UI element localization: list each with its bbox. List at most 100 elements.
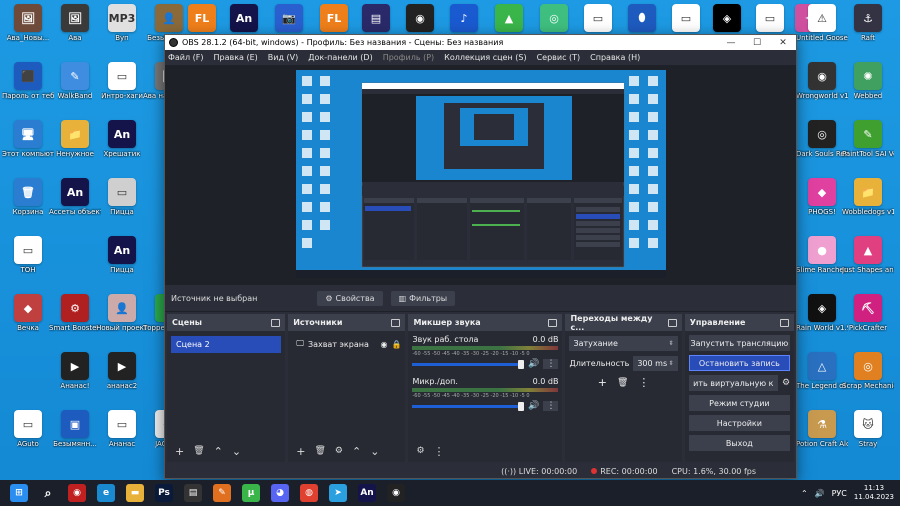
desktop-icon[interactable]: 🖼 Ава_Новы... [4,4,52,42]
menu-item[interactable]: Файл (F) [168,53,204,62]
desktop-icon[interactable]: 🐱 Stray [844,410,892,448]
source-properties-icon[interactable]: ⚙ [335,446,343,456]
desktop-icon[interactable]: △ The Legend of Zelda -... [796,352,848,390]
desktop-icon[interactable]: ⚓ Raft [844,4,892,42]
desktop-icon[interactable]: ▭ [574,4,622,32]
desktop-icon[interactable]: ◉ [396,4,444,32]
desktop-icon[interactable]: An [220,4,268,32]
desktop-icon[interactable]: ▭ ТОН [4,236,52,274]
more-options-icon[interactable]: ⋮ [543,401,559,411]
move-up-button[interactable]: ⌃ [214,445,223,458]
desktop-icon[interactable]: ◈ [703,4,751,32]
desktop-icon[interactable]: ▶ Ананас! [51,352,99,390]
desktop-icon[interactable]: ◎ [530,4,578,32]
control-button[interactable]: Режим студии [688,395,791,411]
add-source-button[interactable]: + [296,445,305,458]
maximize-button[interactable]: ☐ [744,38,770,48]
desktop-icon[interactable]: An Ассеты объектов [49,178,101,216]
slider-handle[interactable] [518,359,525,369]
speaker-icon[interactable]: 🔊 [528,359,539,369]
undock-icon[interactable] [780,318,790,327]
gear-icon[interactable]: ⚙ [782,378,790,388]
chrome-icon[interactable]: ◍ [300,484,318,502]
desktop-icon[interactable]: ▲ [485,4,533,32]
windows-start-icon[interactable]: ⊞ [10,484,28,502]
desktop-icon[interactable]: ⛏ PickCrafter [844,294,892,332]
desktop-icon[interactable]: ▶ ананас2 [98,352,146,390]
desktop-icon[interactable]: 📁 Ненужное [51,120,99,158]
desktop-icon[interactable]: ⚙ Smart Booster 10 [49,294,101,332]
move-up-button[interactable]: ⌃ [352,445,361,458]
desktop-icon[interactable]: 👤 Новый проект [96,294,148,332]
desktop-icon[interactable]: ▣ Безымянн... [51,410,99,448]
control-button[interactable]: Остановить запись [688,355,791,371]
file-explorer-icon[interactable]: ▬ [126,484,144,502]
transition-menu-icon[interactable]: ⋮ [638,376,649,389]
mixer-settings-icon[interactable]: ⚙ [416,446,424,456]
desktop-icon[interactable]: ▭ AGuto [4,410,52,448]
desktop-icon[interactable]: ▭ Пицца [98,178,146,216]
animate-icon[interactable]: An [358,484,376,502]
volume-icon[interactable]: 🔊 [815,489,825,498]
menu-item[interactable]: Сервис (T) [537,53,581,62]
close-button[interactable]: ✕ [770,38,796,48]
visibility-eye-icon[interactable]: ◉ [381,340,388,349]
desktop-icon[interactable]: An Пицца [98,236,146,274]
title-bar[interactable]: OBS 28.1.2 (64-bit, windows) - Профиль: … [165,35,796,50]
desktop-icon[interactable]: 🖼 Ава [51,4,99,42]
desktop-icon[interactable]: 📷 [265,4,313,32]
desktop-icon[interactable]: FL [310,4,358,32]
photoshop-icon[interactable]: Ps [155,484,173,502]
scene-item[interactable]: Сцена 2 [171,336,282,353]
undock-icon[interactable] [667,318,677,327]
desktop-icon[interactable]: 🖥 Этот компьютер [2,120,54,158]
menu-item[interactable]: Профиль (P) [383,53,434,62]
edge-icon[interactable]: e [97,484,115,502]
move-down-button[interactable]: ⌄ [232,445,241,458]
source-item[interactable]: 🖵 Захват экрана ◉ 🔒 [292,336,401,352]
desktop-icon[interactable]: ⚠ Untitled Goose Game [796,4,848,42]
desktop-icon[interactable]: ◎ Dark Souls Remastered [796,120,848,158]
desktop-icon[interactable]: 🗑 Корзина [4,178,52,216]
undock-icon[interactable] [271,318,281,327]
more-options-icon[interactable]: ⋮ [543,359,559,369]
app-icon[interactable]: ◉ [68,484,86,502]
desktop-icon[interactable]: ◆ PHOGS! [798,178,846,216]
desktop-icon[interactable]: ◈ Rain World v1.9.03 D... [796,294,848,332]
volume-slider[interactable] [412,401,525,411]
desktop-icon[interactable]: MP3 Вуп [98,4,146,42]
menu-item[interactable]: Вид (V) [268,53,298,62]
desktop-icon[interactable]: ✎ PaintTool SAI Ver.1 [842,120,894,158]
chevron-up-icon[interactable]: ⌃ [801,489,808,498]
remove-source-button[interactable]: 🗑 [314,446,325,456]
mixer-menu-icon[interactable]: ⋮ [434,445,445,458]
control-button[interactable]: Выход [688,435,791,451]
minimize-button[interactable]: — [718,38,744,48]
clock[interactable]: 11:13 11.04.2023 [854,484,894,502]
search-icon[interactable]: ⌕ [39,484,57,502]
desktop-icon[interactable]: ● Slime Rancher 2 [796,236,848,274]
desktop-icon[interactable]: ◎ Scrap Mechanic [842,352,894,390]
add-scene-button[interactable]: + [175,445,184,458]
undock-icon[interactable] [548,318,558,327]
volume-slider[interactable] [412,359,525,369]
slider-handle[interactable] [518,401,525,411]
transition-select[interactable]: Затухание ⇳ [569,336,678,351]
undock-icon[interactable] [391,318,401,327]
menu-item[interactable]: Коллекция сцен (S) [444,53,526,62]
move-down-button[interactable]: ⌄ [370,445,379,458]
telegram-icon[interactable]: ➤ [329,484,347,502]
desktop-icon[interactable]: An Хрешатик [98,120,146,158]
app-icon[interactable]: ▤ [184,484,202,502]
desktop-icon[interactable]: FL [178,4,226,32]
discord-icon[interactable]: ◕ [271,484,289,502]
remove-transition-button[interactable]: 🗑 [617,378,628,388]
language-indicator[interactable]: РУС [832,489,847,498]
duration-input[interactable]: 300 ms ⇳ [633,356,678,371]
menu-item[interactable]: Справка (H) [590,53,640,62]
desktop-icon[interactable]: ▲ Just Shapes and Beats-... [842,236,894,274]
desktop-icon[interactable]: ✺ Webbed [844,62,892,100]
properties-button[interactable]: ⚙ Свойства [317,290,383,306]
desktop-icon[interactable]: ✎ WalkBand [51,62,99,100]
control-button[interactable]: ить виртуальную к [688,375,778,391]
